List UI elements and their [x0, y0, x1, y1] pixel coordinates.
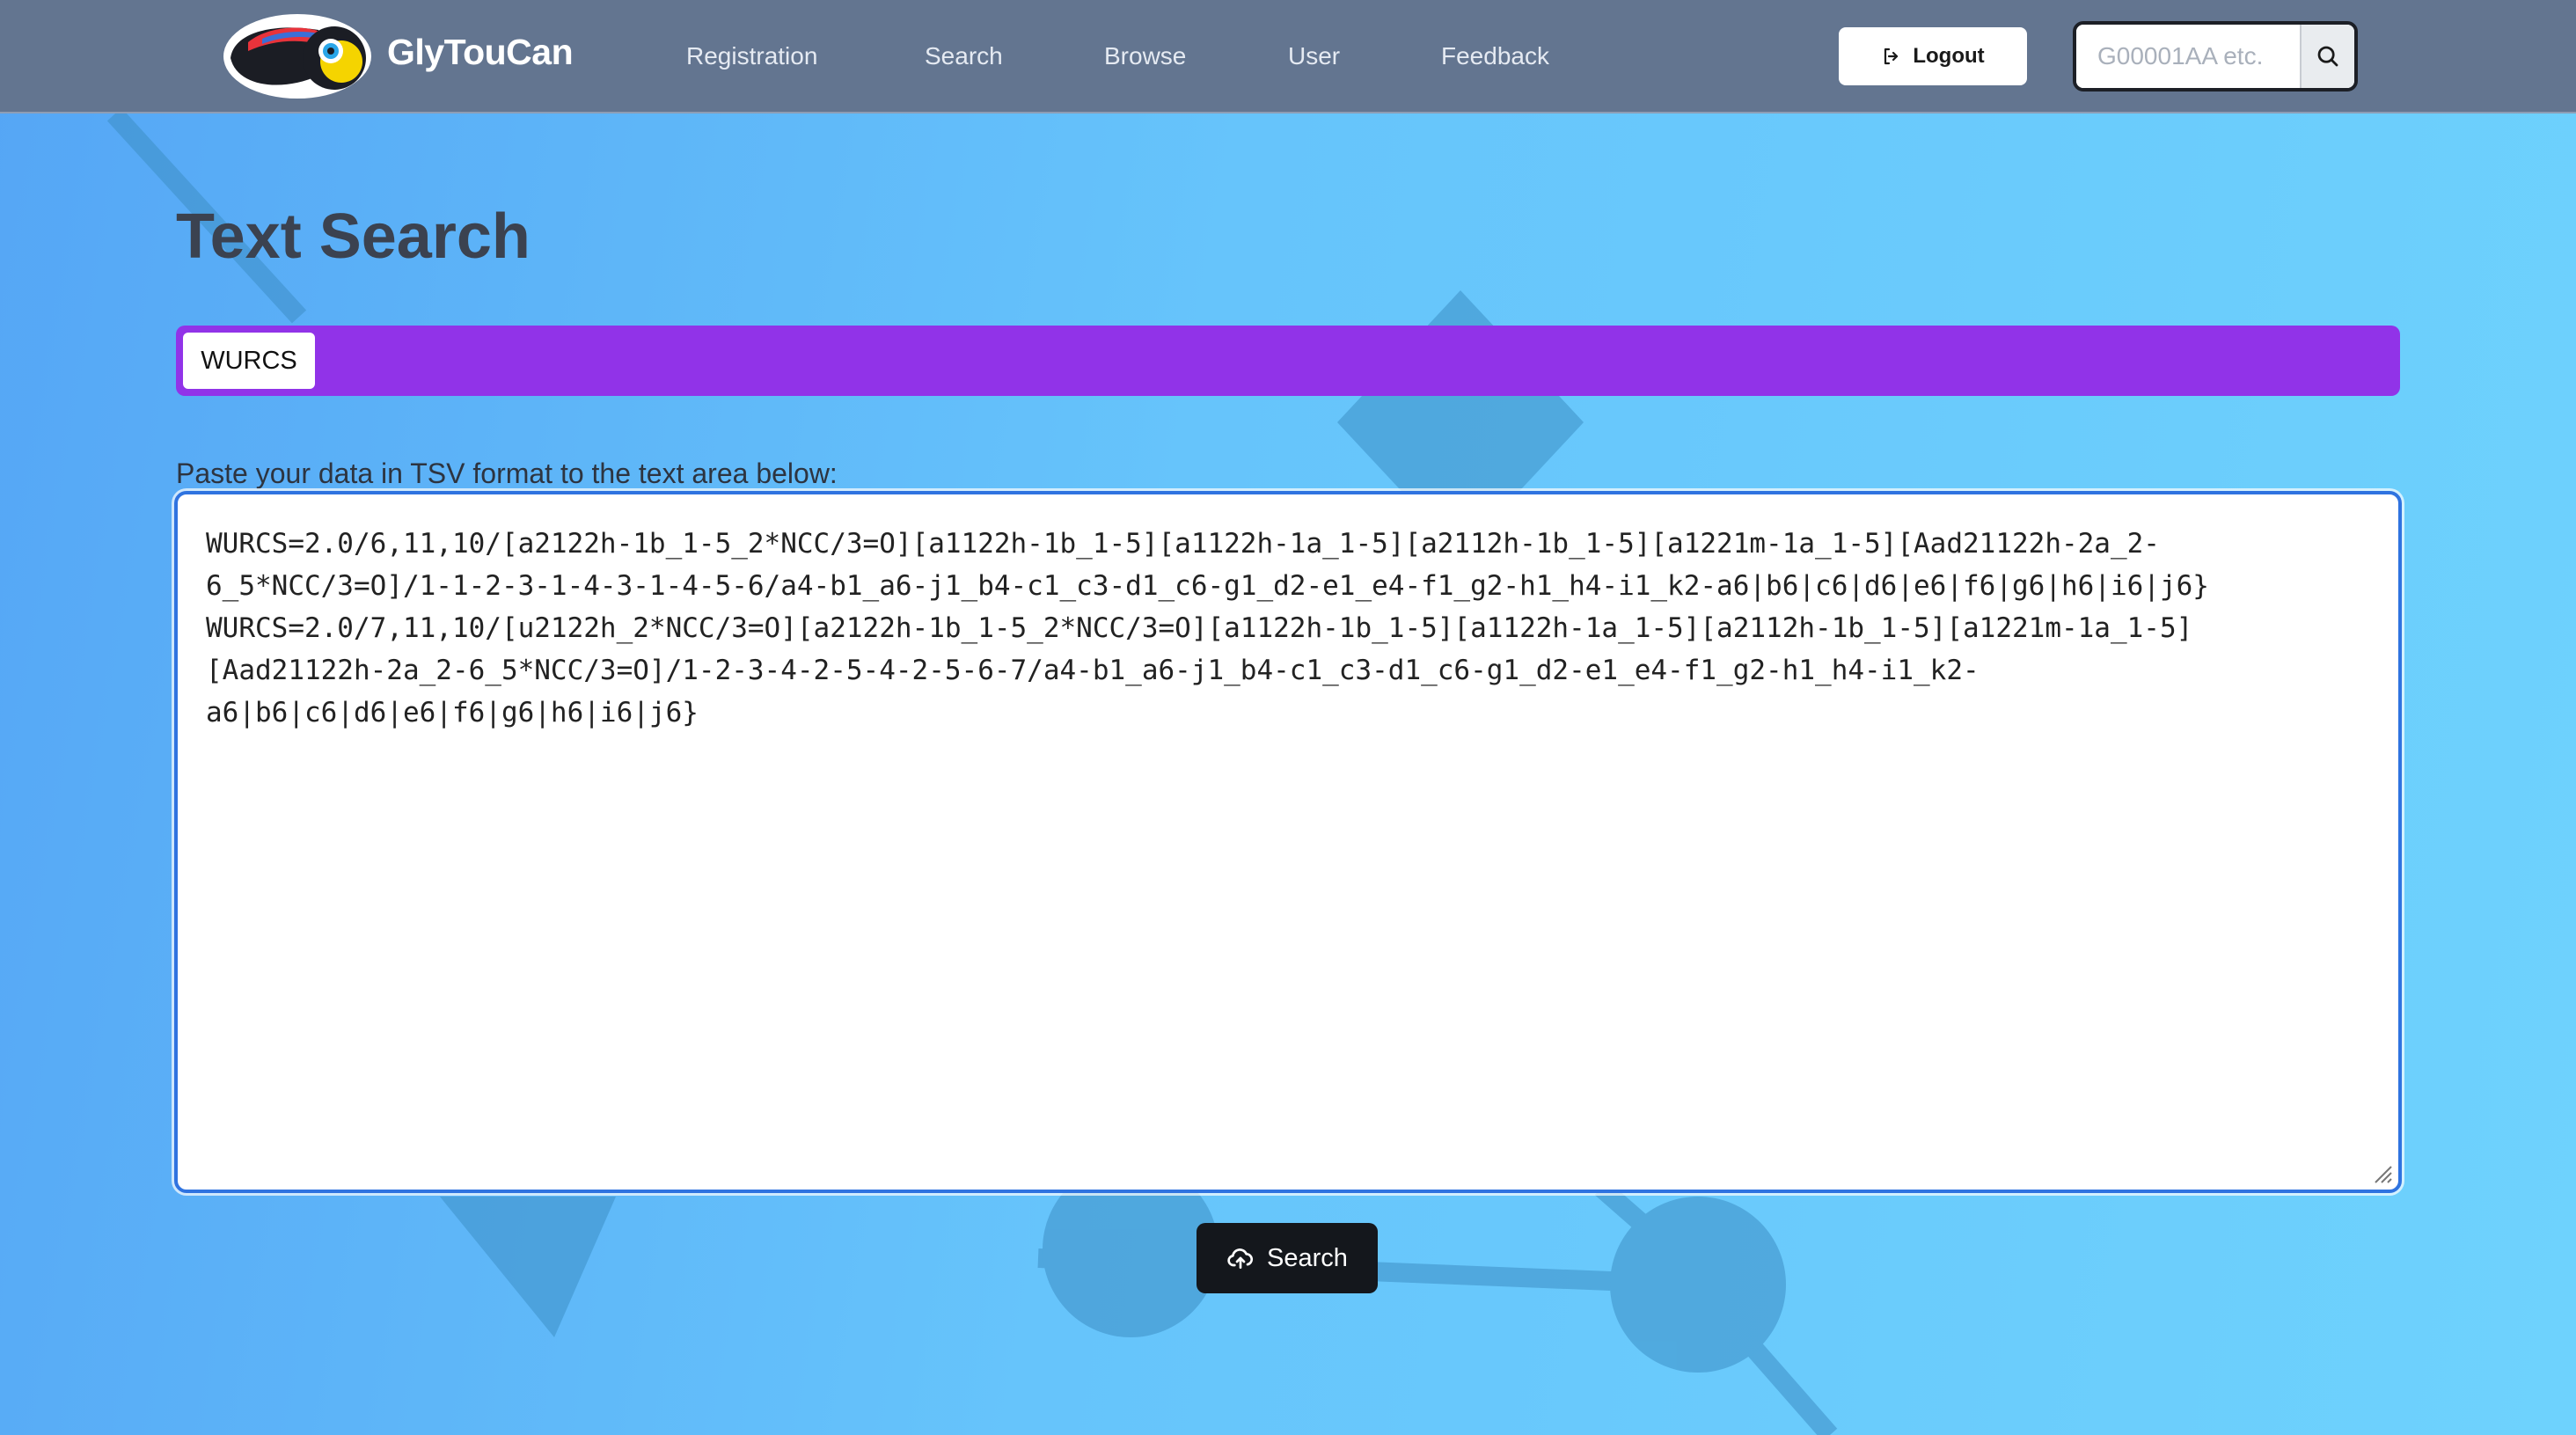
search-icon — [2317, 46, 2338, 67]
accession-search — [2073, 21, 2358, 92]
cloud-upload-icon — [1227, 1248, 1254, 1269]
logout-icon — [1884, 48, 1899, 65]
nav-search[interactable]: Search — [925, 42, 1003, 70]
page-title: Text Search — [176, 201, 531, 272]
tsv-textarea[interactable] — [178, 494, 2398, 1190]
nav-feedback[interactable]: Feedback — [1441, 42, 1549, 70]
nav-browse[interactable]: Browse — [1104, 42, 1186, 70]
search-submit-label: Search — [1267, 1243, 1348, 1272]
navbar: GlyTouCan Registration Search Browse Use… — [0, 0, 2576, 113]
tsv-textarea-container — [174, 491, 2402, 1193]
nav-registration[interactable]: Registration — [686, 42, 817, 70]
resize-handle-icon[interactable] — [2370, 1161, 2393, 1184]
accession-search-button[interactable] — [2300, 25, 2354, 88]
brand-name[interactable]: GlyTouCan — [387, 32, 574, 73]
logout-label: Logout — [1913, 44, 1985, 68]
accession-search-input[interactable] — [2076, 25, 2300, 88]
logout-button[interactable]: Logout — [1839, 27, 2027, 85]
search-submit-button[interactable]: Search — [1197, 1223, 1378, 1293]
nav-user[interactable]: User — [1288, 42, 1340, 70]
instructions-text: Paste your data in TSV format to the tex… — [176, 458, 838, 489]
format-tab-bar: WURCS — [176, 326, 2400, 396]
tab-wurcs[interactable]: WURCS — [183, 333, 315, 389]
toucan-logo-icon[interactable] — [222, 12, 373, 100]
